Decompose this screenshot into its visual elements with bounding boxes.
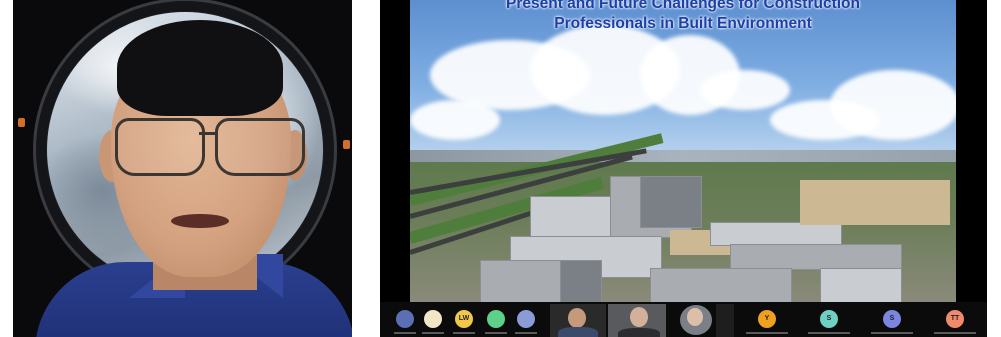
speaker-mouth — [171, 214, 229, 228]
participant-name — [453, 332, 475, 334]
participant-head — [630, 307, 648, 327]
screen-share-panel[interactable]: Present and Future Challenges for Constr… — [380, 0, 987, 337]
construction-site — [800, 180, 950, 225]
cloud — [700, 70, 790, 110]
participant-name — [515, 332, 537, 334]
participant-avatar[interactable] — [517, 310, 535, 328]
slide-title: Present and Future Challenges for Constr… — [410, 0, 956, 34]
participant-name — [394, 332, 416, 334]
speaker-hair — [117, 20, 283, 116]
speaker-glasses — [109, 118, 305, 176]
participant-video-tile[interactable] — [716, 304, 734, 337]
participant-avatar[interactable] — [424, 310, 442, 328]
terminal-building — [640, 176, 702, 228]
glasses-lens-left — [115, 118, 205, 176]
participant-avatar[interactable]: Y — [758, 310, 776, 328]
participant-avatar[interactable]: TT — [946, 310, 964, 328]
participant-head — [568, 308, 586, 328]
participant-body — [558, 327, 598, 337]
participant-avatar[interactable]: S — [820, 310, 838, 328]
participant-video-tile[interactable] — [608, 304, 666, 337]
speaker-video-tile[interactable] — [13, 0, 352, 337]
participant-avatar[interactable] — [487, 310, 505, 328]
avatar-initials: S — [889, 315, 895, 322]
building-block — [730, 244, 902, 270]
building-block — [820, 268, 902, 302]
glasses-lens-right — [215, 118, 305, 176]
speaker-person — [13, 0, 352, 337]
avatar-initials: S — [826, 315, 832, 322]
participant-body — [618, 328, 660, 337]
participant-avatar[interactable]: S — [883, 310, 901, 328]
cloud — [410, 100, 500, 140]
participant-head — [687, 308, 703, 326]
cloud — [770, 100, 880, 140]
participant-name — [485, 332, 507, 334]
participant-name — [808, 332, 850, 334]
building-block — [560, 260, 602, 302]
participant-name — [934, 332, 976, 334]
participant-avatar[interactable]: LW — [455, 310, 473, 328]
participant-avatar[interactable] — [396, 310, 414, 328]
presentation-slide: Present and Future Challenges for Constr… — [410, 0, 956, 302]
participant-video-tile[interactable] — [680, 305, 712, 335]
slide-title-line-2: Professionals in Built Environment — [554, 15, 812, 32]
slide-title-line-1: Present and Future Challenges for Constr… — [506, 0, 860, 12]
avatar-initials: Y — [764, 315, 770, 322]
participant-strip: LW Y S S TT — [380, 302, 987, 337]
participant-name — [871, 332, 913, 334]
participant-name — [746, 332, 788, 334]
participant-video-tile[interactable] — [550, 304, 606, 337]
avatar-initials: LW — [458, 315, 470, 322]
building-block — [650, 268, 792, 302]
avatar-initials: TT — [950, 315, 960, 322]
participant-name — [422, 332, 444, 334]
building-block — [710, 222, 842, 246]
